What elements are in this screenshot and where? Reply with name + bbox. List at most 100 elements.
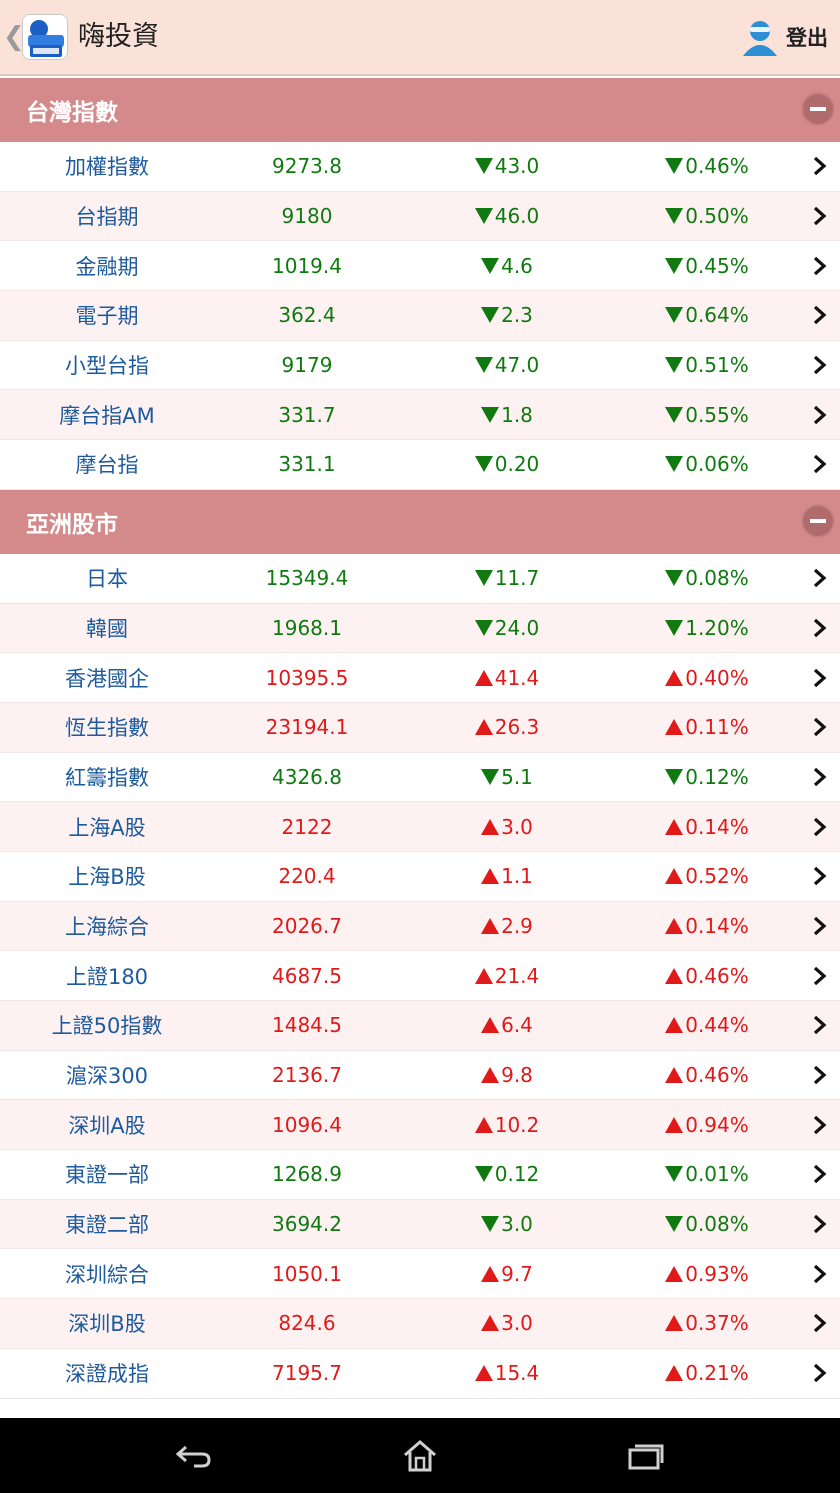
chevron-right-icon[interactable] [800,902,840,951]
chevron-right-icon[interactable] [800,1001,840,1050]
index-row[interactable]: 小型台指 9179 47.0 0.51% [0,340,840,391]
chevron-right-icon[interactable] [800,142,840,191]
chevron-right-icon[interactable] [800,1249,840,1298]
index-change-text: 3.0 [501,814,533,839]
chevron-right-icon[interactable] [800,1299,840,1348]
chevron-right-icon[interactable] [800,341,840,390]
minus-circle-icon[interactable] [801,92,835,126]
index-row[interactable]: 摩台指 331.1 0.20 0.06% [0,440,840,490]
index-price: 331.1 [214,440,400,489]
minus-circle-icon[interactable] [801,503,835,538]
chevron-right-icon[interactable] [800,653,840,702]
index-change-text: 3.0 [501,1212,533,1237]
index-percent: 0.08% [614,554,800,603]
chevron-right-icon[interactable] [800,753,840,802]
index-row[interactable]: 東證一部 1268.9 0.12 0.01% [0,1150,840,1200]
index-row[interactable]: 韓國 1968.1 24.0 1.20% [0,603,840,654]
chevron-right-icon[interactable] [800,192,840,241]
index-row[interactable]: 摩台指AM 331.7 1.8 0.55% [0,390,840,441]
section-header[interactable]: 台灣指數 [0,78,840,142]
chevron-right-icon[interactable] [800,390,840,439]
index-price: 9180 [214,192,400,241]
index-row[interactable]: 電子期 362.4 2.3 0.64% [0,291,840,341]
section-header[interactable]: 亞洲股市 [0,489,840,554]
chevron-right-icon[interactable] [800,604,840,653]
chevron-right-icon[interactable] [800,1200,840,1249]
chevron-right-icon[interactable] [800,1100,840,1149]
index-change-text: 2.3 [501,303,533,328]
index-row[interactable]: 上海B股 220.4 1.1 0.52% [0,851,840,902]
index-percent: 0.45% [614,241,800,290]
index-percent: 0.44% [614,1001,800,1050]
index-name-text: 東證一部 [65,1163,149,1188]
chevron-right-icon[interactable] [800,291,840,340]
index-name-text: 深證成指 [65,1362,149,1387]
chevron-right-icon[interactable] [800,440,840,489]
index-row[interactable]: 台指期 9180 46.0 0.50% [0,191,840,242]
index-change-text: 9.8 [501,1063,533,1088]
index-percent: 0.37% [614,1299,800,1348]
index-price-text: 9179 [281,353,333,378]
chevron-right-icon[interactable] [800,1349,840,1398]
index-row[interactable]: 恆生指數 23194.1 26.3 0.11% [0,702,840,753]
index-row[interactable]: 金融期 1019.4 4.6 0.45% [0,241,840,292]
index-name-text: 摩台指 [75,453,139,478]
index-row[interactable]: 上證50指數 1484.5 6.4 0.44% [0,1001,840,1051]
index-name: 摩台指AM [0,390,214,439]
index-row[interactable]: 深圳B股 824.6 3.0 0.37% [0,1299,840,1349]
chevron-right-icon[interactable] [800,554,840,603]
chevron-right-icon[interactable] [800,1051,840,1100]
index-percent: 0.40% [614,653,800,702]
index-change: 1.8 [400,390,614,439]
index-list[interactable]: 台灣指數 加權指數 9273.8 43.0 0.46% 台指期 9180 46.0 0.50% 金… [0,78,840,1418]
index-row[interactable]: 滬深300 2136.7 9.8 0.46% [0,1050,840,1101]
back-arrow-icon[interactable] [164,1436,224,1476]
index-row[interactable]: 東證二部 3694.2 3.0 0.08% [0,1199,840,1250]
index-percent: 0.46% [614,951,800,1000]
index-percent: 1.20% [614,604,800,653]
triangle-down-icon [474,158,493,175]
home-icon[interactable] [390,1436,450,1476]
index-price: 1050.1 [214,1249,400,1298]
index-percent-text: 0.11% [685,715,749,740]
logout-button[interactable]: 登出 [740,14,828,60]
triangle-up-icon [665,818,684,835]
index-row[interactable]: 上海綜合 2026.7 2.9 0.14% [0,901,840,952]
triangle-up-icon [481,917,500,934]
triangle-up-icon [665,1067,684,1084]
index-change: 11.7 [400,554,614,603]
recent-apps-icon[interactable] [616,1436,676,1476]
index-row[interactable]: 上證180 4687.5 21.4 0.46% [0,951,840,1001]
chevron-right-icon[interactable] [800,1150,840,1199]
index-row[interactable]: 深圳綜合 1050.1 9.7 0.93% [0,1249,840,1300]
index-row[interactable]: 深圳A股 1096.4 10.2 0.94% [0,1100,840,1151]
index-name: 深圳B股 [0,1299,214,1348]
section-title: 亞洲股市 [26,511,118,538]
index-name: 小型台指 [0,341,214,390]
index-change: 24.0 [400,604,614,653]
index-change: 47.0 [400,341,614,390]
chevron-right-icon[interactable] [800,852,840,901]
triangle-down-icon [474,619,493,636]
index-row[interactable]: 紅籌指數 4326.8 5.1 0.12% [0,752,840,803]
index-row[interactable]: 香港國企 10395.5 41.4 0.40% [0,653,840,703]
triangle-down-icon [665,456,684,473]
triangle-down-icon [665,357,684,374]
index-row[interactable]: 日本 15349.4 11.7 0.08% [0,553,840,604]
triangle-up-icon [665,967,684,984]
chevron-right-icon[interactable] [800,951,840,1000]
chevron-right-icon[interactable] [800,802,840,851]
index-row[interactable]: 上海A股 2122 3.0 0.14% [0,802,840,852]
chevron-right-icon[interactable] [800,241,840,290]
chevron-right-icon[interactable] [800,703,840,752]
index-price-text: 4687.5 [272,963,342,988]
triangle-down-icon [665,619,684,636]
index-row[interactable]: 加權指數 9273.8 43.0 0.46% [0,142,840,192]
index-row[interactable]: 深證成指 7195.7 15.4 0.21% [0,1348,840,1399]
index-change: 4.6 [400,241,614,290]
index-percent-text: 0.14% [685,814,749,839]
index-percent: 0.94% [614,1100,800,1149]
app-logo-icon[interactable] [22,14,68,60]
index-price-text: 10395.5 [265,665,349,690]
index-price: 1096.4 [214,1100,400,1149]
